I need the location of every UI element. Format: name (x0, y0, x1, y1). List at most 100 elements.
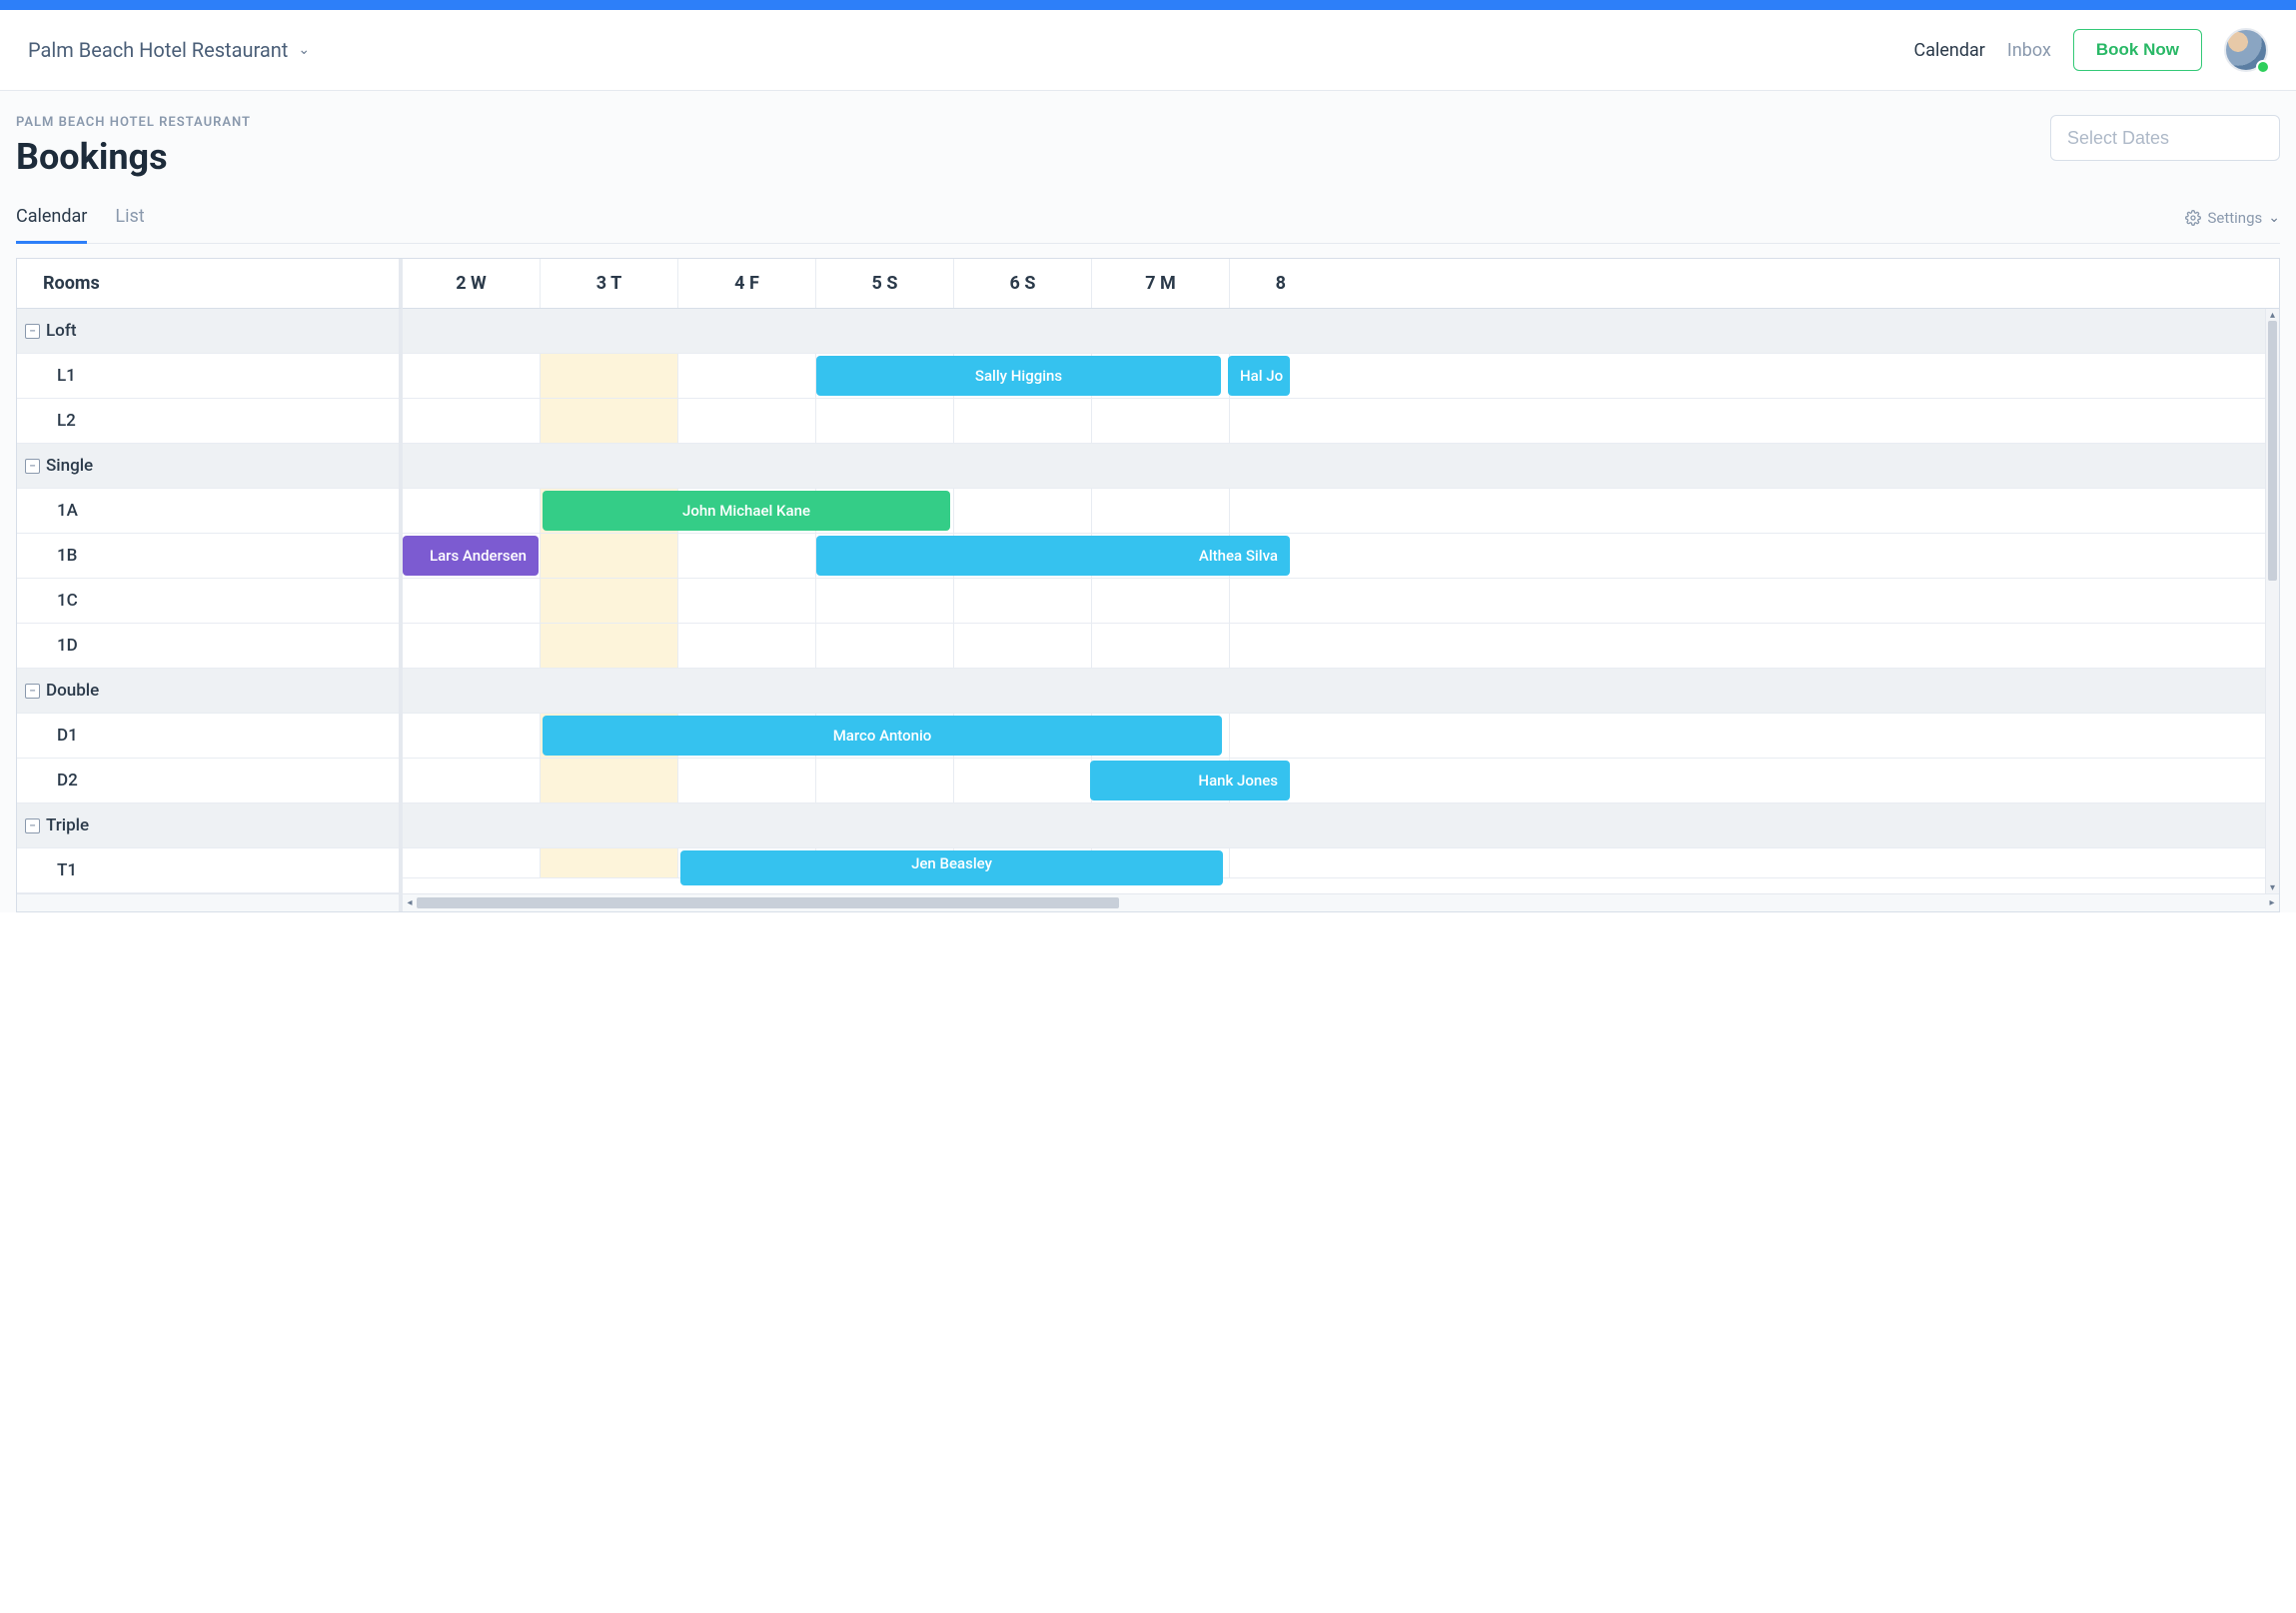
scroll-down-arrow-icon[interactable]: ▾ (2266, 881, 2279, 893)
booking-bar[interactable]: Hal Jo (1228, 356, 1290, 396)
scrollbar-thumb[interactable] (2268, 321, 2277, 581)
grid-cell[interactable] (1230, 579, 1290, 623)
grid-cell[interactable] (1230, 489, 1290, 533)
grid-cell[interactable] (541, 848, 678, 877)
user-avatar[interactable] (2224, 28, 2268, 72)
scroll-up-arrow-icon[interactable]: ▴ (2266, 309, 2279, 321)
grid-cell[interactable] (678, 579, 816, 623)
booking-bar[interactable]: Jen Beasley (680, 850, 1223, 885)
room-row[interactable]: 1D (17, 624, 399, 669)
room-row[interactable]: 1C (17, 579, 399, 624)
grid-room-row[interactable] (403, 399, 2279, 444)
room-row[interactable]: 1A (17, 489, 399, 534)
room-row[interactable]: D1 (17, 714, 399, 759)
scroll-right-arrow-icon[interactable]: ▸ (2265, 894, 2279, 911)
scroll-left-arrow-icon[interactable]: ◂ (403, 894, 417, 911)
grid-room-row[interactable]: John Michael Kane (403, 489, 2279, 534)
room-row[interactable]: L2 (17, 399, 399, 444)
grid-cell[interactable] (1230, 714, 1290, 758)
scrollbar-track[interactable] (417, 894, 2265, 911)
grid-cell[interactable] (403, 848, 541, 877)
tab-calendar[interactable]: Calendar (16, 206, 87, 244)
collapse-icon[interactable]: − (25, 459, 40, 474)
grid-room-row[interactable]: Lars Andersen Althea Silva (403, 534, 2279, 579)
grid-cell[interactable] (1092, 624, 1230, 668)
grid-cell[interactable] (678, 759, 816, 803)
room-row[interactable]: D2 (17, 759, 399, 804)
room-row[interactable]: L1 (17, 354, 399, 399)
day-header[interactable]: 3 T (541, 259, 678, 308)
room-row[interactable]: T1 (17, 848, 399, 893)
grid-cell[interactable] (954, 624, 1092, 668)
venue-switcher[interactable]: Palm Beach Hotel Restaurant ⌄ (28, 38, 310, 62)
grid-cell[interactable] (678, 534, 816, 578)
grid-cell[interactable] (954, 759, 1092, 803)
grid-cell[interactable] (1092, 579, 1230, 623)
settings-link[interactable]: Settings ⌄ (2185, 209, 2280, 241)
scrollbar-thumb[interactable] (417, 897, 1119, 908)
grid-cell[interactable] (1230, 848, 1290, 877)
grid-room-row[interactable]: Hank Jones (403, 759, 2279, 804)
grid-cell[interactable] (678, 624, 816, 668)
grid-cell[interactable] (541, 354, 678, 398)
grid-cell[interactable] (541, 579, 678, 623)
grid-cell[interactable] (403, 714, 541, 758)
booking-bar[interactable]: Althea Silva (816, 536, 1290, 576)
grid-room-row[interactable]: Marco Antonio (403, 714, 2279, 759)
day-header[interactable]: 7 M (1092, 259, 1230, 308)
booking-bar[interactable]: Lars Andersen (403, 536, 539, 576)
day-header[interactable]: 5 S (816, 259, 954, 308)
grid-room-row[interactable] (403, 624, 2279, 669)
room-row[interactable]: 1B (17, 534, 399, 579)
grid-cell[interactable] (1230, 399, 1290, 443)
grid-cell[interactable] (816, 399, 954, 443)
room-group-triple[interactable]: − Triple (17, 804, 399, 848)
calendar-header-row: Rooms 2 W 3 T 4 F 5 S 6 S 7 M 8 (17, 259, 2279, 309)
book-now-button[interactable]: Book Now (2073, 29, 2202, 71)
grid-cell[interactable] (816, 624, 954, 668)
day-header[interactable]: 2 W (403, 259, 541, 308)
grid-cell[interactable] (954, 489, 1092, 533)
room-group-loft[interactable]: − Loft (17, 309, 399, 354)
booking-bar[interactable]: Hank Jones (1090, 761, 1290, 801)
vertical-scrollbar[interactable]: ▴ ▾ (2265, 309, 2279, 893)
grid-cell[interactable] (541, 624, 678, 668)
grid-cell[interactable] (403, 489, 541, 533)
grid-cell[interactable] (678, 354, 816, 398)
collapse-icon[interactable]: − (25, 324, 40, 339)
grid-cell[interactable] (541, 534, 678, 578)
day-header[interactable]: 4 F (678, 259, 816, 308)
grid-cell[interactable] (403, 624, 541, 668)
room-group-double[interactable]: − Double (17, 669, 399, 714)
grid-cell[interactable] (1230, 624, 1290, 668)
grid-room-row[interactable]: Jen Beasley (403, 848, 2279, 878)
booking-bar[interactable]: Marco Antonio (543, 716, 1222, 756)
date-range-input[interactable] (2050, 115, 2280, 161)
collapse-icon[interactable]: − (25, 684, 40, 699)
grid-cell[interactable] (541, 399, 678, 443)
grid-cell[interactable] (1092, 489, 1230, 533)
grid-cell[interactable] (816, 579, 954, 623)
grid-cell[interactable] (678, 399, 816, 443)
day-header[interactable]: 6 S (954, 259, 1092, 308)
horizontal-scrollbar[interactable]: ◂ ▸ (403, 894, 2279, 911)
grid-cell[interactable] (1092, 399, 1230, 443)
grid-room-row[interactable] (403, 579, 2279, 624)
grid-cell[interactable] (403, 579, 541, 623)
tab-list[interactable]: List (115, 206, 144, 244)
nav-calendar[interactable]: Calendar (1914, 40, 1985, 61)
grid-cell[interactable] (954, 399, 1092, 443)
nav-inbox[interactable]: Inbox (2007, 40, 2051, 61)
collapse-icon[interactable]: − (25, 818, 40, 833)
booking-bar[interactable]: John Michael Kane (543, 491, 950, 531)
grid-cell[interactable] (403, 759, 541, 803)
room-group-single[interactable]: − Single (17, 444, 399, 489)
grid-cell[interactable] (403, 399, 541, 443)
grid-cell[interactable] (954, 579, 1092, 623)
grid-cell[interactable] (403, 354, 541, 398)
booking-bar[interactable]: Sally Higgins (816, 356, 1221, 396)
day-header-partial[interactable]: 8 (1230, 259, 1290, 308)
grid-cell[interactable] (816, 759, 954, 803)
grid-cell[interactable] (541, 759, 678, 803)
grid-room-row[interactable]: Sally Higgins Hal Jo (403, 354, 2279, 399)
